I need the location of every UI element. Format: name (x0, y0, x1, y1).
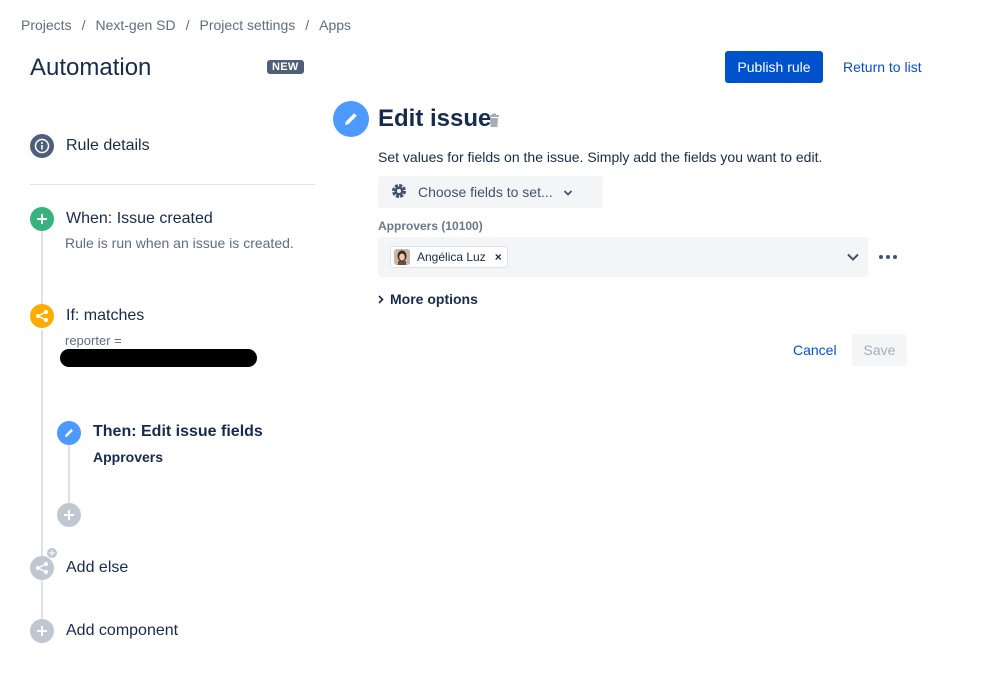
divider (30, 184, 315, 185)
breadcrumb-project-settings[interactable]: Project settings (200, 17, 296, 33)
approvers-field-label: Approvers (10100) (378, 219, 483, 233)
editor-title: Edit issue (378, 105, 492, 132)
approvers-select[interactable]: Angélica Luz × (378, 237, 868, 277)
action-label[interactable]: Then: Edit issue fields (93, 423, 263, 441)
choose-fields-label: Choose fields to set... (418, 184, 553, 200)
trigger-label[interactable]: When: Issue created (66, 210, 213, 228)
editor-description: Set values for fields on the issue. Simp… (378, 149, 823, 165)
plus-icon[interactable] (30, 207, 54, 231)
save-button[interactable]: Save (852, 334, 907, 366)
breadcrumb-separator: / (81, 17, 86, 33)
plus-icon[interactable] (30, 619, 54, 643)
add-component-link[interactable]: Add component (66, 622, 178, 640)
add-else-link[interactable]: Add else (66, 559, 128, 577)
chevron-right-icon (378, 291, 384, 307)
condition-label[interactable]: If: matches (66, 307, 144, 325)
remove-tag-button[interactable]: × (495, 250, 502, 264)
breadcrumb-separator: / (185, 17, 190, 33)
breadcrumb-project[interactable]: Next-gen SD (95, 17, 175, 33)
new-badge: NEW (267, 60, 304, 74)
chevron-down-icon (563, 184, 573, 200)
cancel-button[interactable]: Cancel (783, 334, 847, 366)
branch-icon[interactable] (30, 304, 54, 328)
flow-line (41, 230, 43, 305)
more-options-label: More options (390, 291, 478, 307)
chevron-down-icon[interactable] (846, 249, 860, 267)
breadcrumb-separator: / (305, 17, 310, 33)
info-icon[interactable] (30, 134, 54, 158)
pencil-icon (333, 101, 369, 137)
page-title: Automation (30, 54, 152, 81)
avatar (394, 249, 410, 265)
breadcrumb: Projects / Next-gen SD / Project setting… (21, 17, 351, 33)
add-action-icon[interactable] (57, 503, 81, 527)
flow-line (68, 445, 70, 505)
rule-details-link[interactable]: Rule details (66, 137, 150, 155)
return-to-list-button[interactable]: Return to list (833, 51, 932, 83)
more-options-toggle[interactable]: More options (378, 291, 478, 307)
branch-icon[interactable] (30, 556, 54, 580)
breadcrumb-apps[interactable]: Apps (319, 17, 351, 33)
user-tag-name: Angélica Luz (417, 250, 486, 264)
trash-icon[interactable] (487, 113, 501, 134)
publish-rule-button[interactable]: Publish rule (725, 51, 823, 83)
pencil-icon[interactable] (57, 421, 81, 445)
flow-line (41, 330, 43, 630)
choose-fields-dropdown[interactable]: Choose fields to set... (378, 176, 603, 208)
trigger-description: Rule is run when an issue is created. (65, 235, 294, 251)
gear-icon (390, 182, 408, 203)
more-actions-icon[interactable] (878, 248, 898, 271)
redacted-value (60, 349, 257, 367)
user-tag: Angélica Luz × (390, 246, 508, 268)
condition-description: reporter = (65, 333, 122, 348)
breadcrumb-projects[interactable]: Projects (21, 17, 72, 33)
action-description: Approvers (93, 449, 164, 465)
plus-icon (46, 547, 58, 559)
